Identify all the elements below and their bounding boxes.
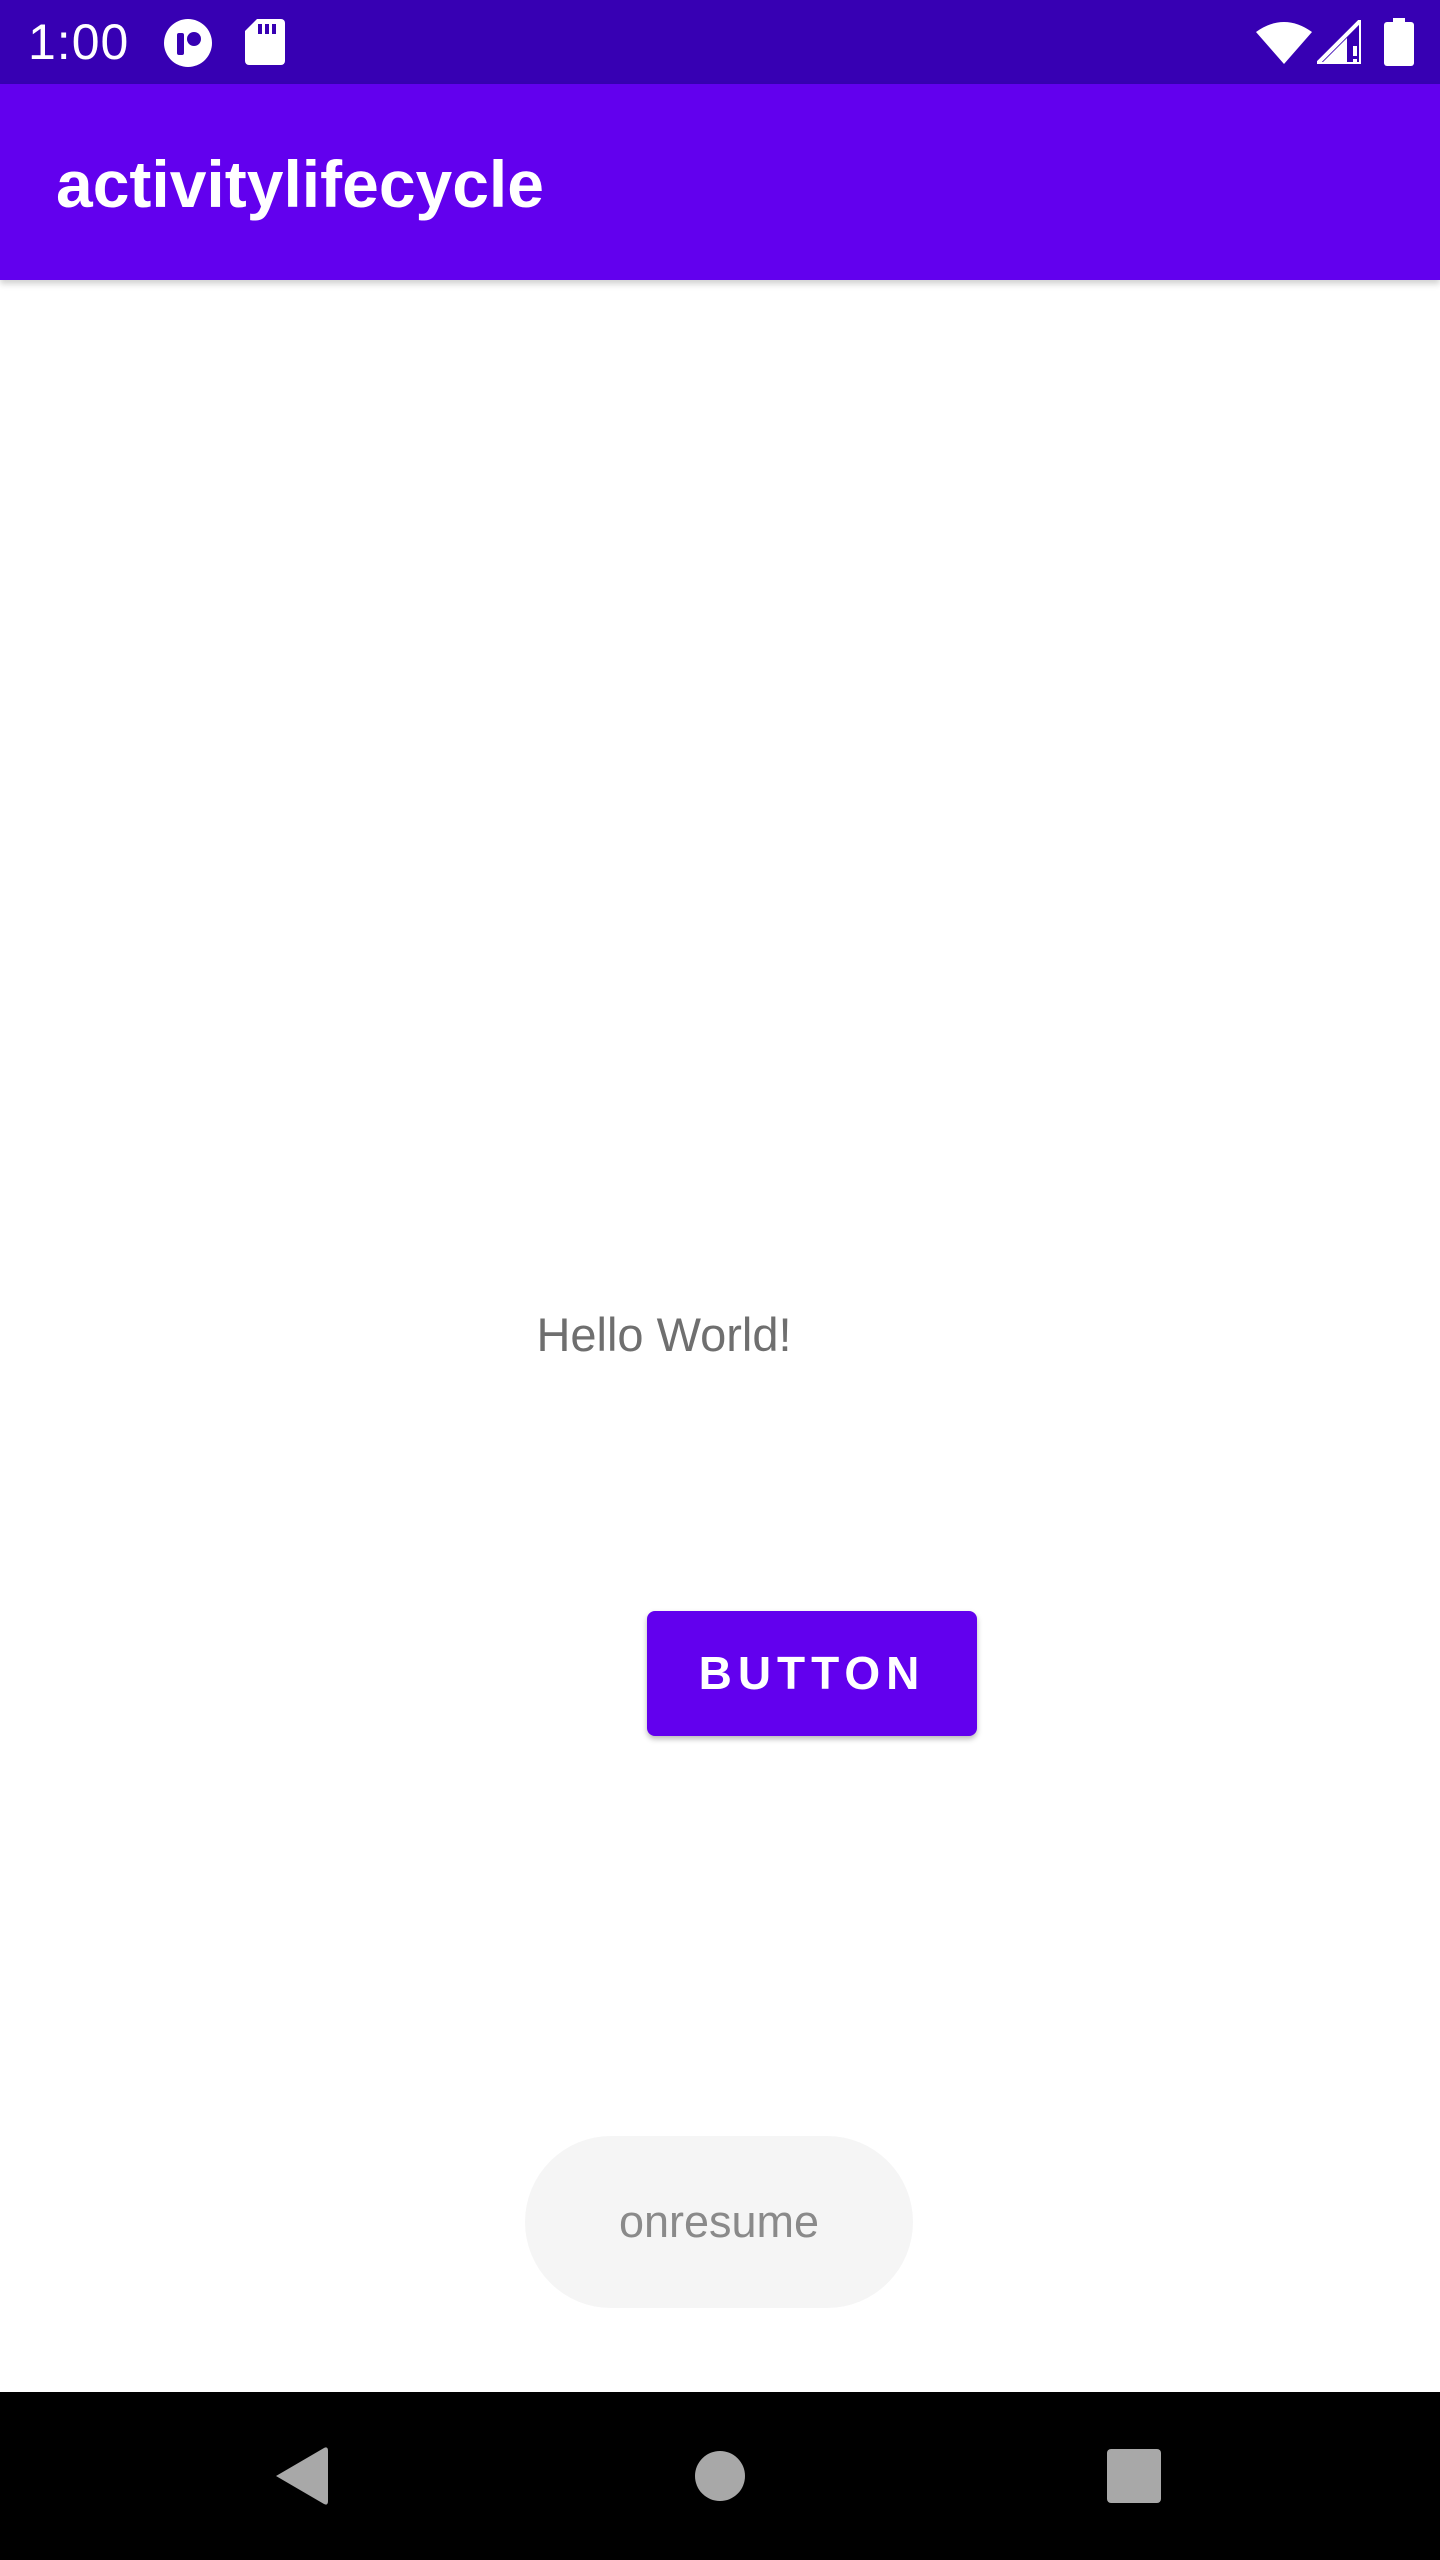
- main-button[interactable]: BUTTON: [647, 1611, 977, 1736]
- tracker-icon: [163, 18, 213, 68]
- app-title: activitylifecycle: [56, 147, 544, 221]
- home-button[interactable]: [630, 2392, 810, 2560]
- status-bar: 1:00: [0, 0, 1440, 84]
- recents-button[interactable]: [1044, 2392, 1224, 2560]
- battery-icon: [1384, 18, 1414, 66]
- sd-card-icon: [245, 19, 285, 65]
- recents-icon: [1107, 2449, 1161, 2503]
- navigation-bar: [0, 2392, 1440, 2560]
- hello-world-text: Hello World!: [536, 1308, 792, 1361]
- status-time: 1:00: [28, 14, 130, 70]
- back-button[interactable]: [210, 2392, 390, 2560]
- app-bar: activitylifecycle: [0, 84, 1440, 280]
- screen: 1:00 activitylifecycle Hello World! BUTT…: [0, 0, 1440, 2560]
- back-icon: [272, 2446, 328, 2506]
- home-icon: [694, 2450, 746, 2502]
- toast-message: onresume: [525, 2136, 913, 2308]
- wifi-icon: [1256, 22, 1312, 64]
- cell-signal-icon: [1317, 20, 1361, 64]
